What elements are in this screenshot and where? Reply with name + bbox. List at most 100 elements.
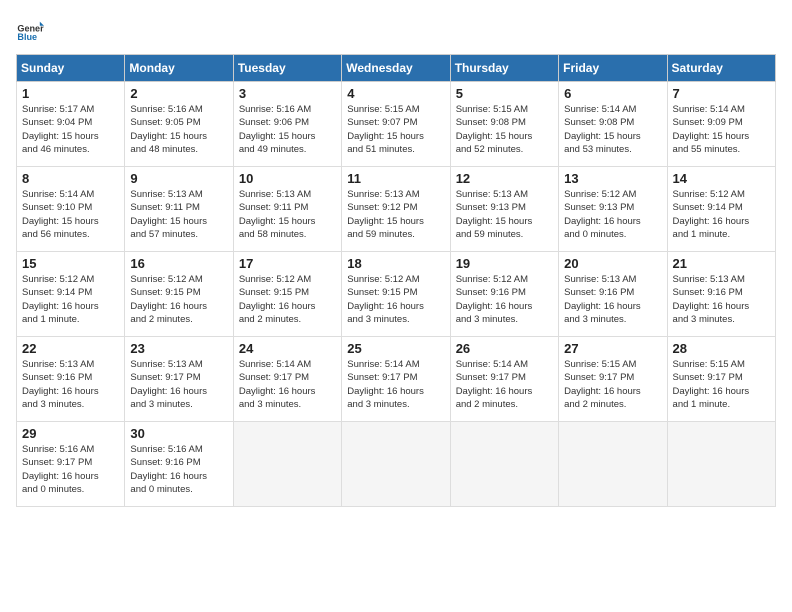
day-number: 8 [22, 171, 119, 186]
calendar-cell: 26 Sunrise: 5:14 AM Sunset: 9:17 PM Dayli… [450, 337, 558, 422]
day-info: Sunrise: 5:14 AM Sunset: 9:17 PM Dayligh… [347, 358, 444, 411]
calendar-cell [342, 422, 450, 507]
header-day-friday: Friday [559, 55, 667, 82]
day-number: 5 [456, 86, 553, 101]
day-info: Sunrise: 5:17 AM Sunset: 9:04 PM Dayligh… [22, 103, 119, 156]
day-info: Sunrise: 5:15 AM Sunset: 9:17 PM Dayligh… [673, 358, 770, 411]
day-info: Sunrise: 5:13 AM Sunset: 9:16 PM Dayligh… [564, 273, 661, 326]
day-number: 30 [130, 426, 227, 441]
day-info: Sunrise: 5:12 AM Sunset: 9:14 PM Dayligh… [22, 273, 119, 326]
day-info: Sunrise: 5:13 AM Sunset: 9:11 PM Dayligh… [130, 188, 227, 241]
day-info: Sunrise: 5:13 AM Sunset: 9:16 PM Dayligh… [22, 358, 119, 411]
day-info: Sunrise: 5:15 AM Sunset: 9:07 PM Dayligh… [347, 103, 444, 156]
day-number: 7 [673, 86, 770, 101]
day-info: Sunrise: 5:12 AM Sunset: 9:13 PM Dayligh… [564, 188, 661, 241]
day-number: 19 [456, 256, 553, 271]
day-number: 10 [239, 171, 336, 186]
day-number: 17 [239, 256, 336, 271]
header-day-wednesday: Wednesday [342, 55, 450, 82]
calendar-cell: 28 Sunrise: 5:15 AM Sunset: 9:17 PM Dayli… [667, 337, 775, 422]
day-info: Sunrise: 5:13 AM Sunset: 9:17 PM Dayligh… [130, 358, 227, 411]
calendar-week-5: 29 Sunrise: 5:16 AM Sunset: 9:17 PM Dayli… [17, 422, 776, 507]
day-number: 18 [347, 256, 444, 271]
day-number: 12 [456, 171, 553, 186]
calendar-cell: 6Sunrise: 5:14 AM Sunset: 9:08 PM Daylig… [559, 82, 667, 167]
day-number: 3 [239, 86, 336, 101]
header-day-monday: Monday [125, 55, 233, 82]
day-number: 29 [22, 426, 119, 441]
day-number: 27 [564, 341, 661, 356]
calendar-cell: 14 Sunrise: 5:12 AM Sunset: 9:14 PM Dayli… [667, 167, 775, 252]
logo: General Blue [16, 16, 44, 44]
day-info: Sunrise: 5:12 AM Sunset: 9:15 PM Dayligh… [130, 273, 227, 326]
day-info: Sunrise: 5:12 AM Sunset: 9:16 PM Dayligh… [456, 273, 553, 326]
day-number: 28 [673, 341, 770, 356]
calendar-cell: 11Sunrise: 5:13 AM Sunset: 9:12 PM Dayli… [342, 167, 450, 252]
header-day-saturday: Saturday [667, 55, 775, 82]
calendar-cell: 10 Sunrise: 5:13 AM Sunset: 9:11 PM Dayli… [233, 167, 341, 252]
header: General Blue [16, 16, 776, 44]
day-info: Sunrise: 5:13 AM Sunset: 9:16 PM Dayligh… [673, 273, 770, 326]
calendar-cell: 23Sunrise: 5:13 AM Sunset: 9:17 PM Dayli… [125, 337, 233, 422]
day-number: 9 [130, 171, 227, 186]
calendar-week-2: 8 Sunrise: 5:14 AM Sunset: 9:10 PM Daylig… [17, 167, 776, 252]
day-number: 21 [673, 256, 770, 271]
calendar-week-3: 15 Sunrise: 5:12 AM Sunset: 9:14 PM Dayli… [17, 252, 776, 337]
day-info: Sunrise: 5:15 AM Sunset: 9:17 PM Dayligh… [564, 358, 661, 411]
calendar-cell: 2 Sunrise: 5:16 AM Sunset: 9:05 PM Daylig… [125, 82, 233, 167]
day-number: 13 [564, 171, 661, 186]
day-info: Sunrise: 5:16 AM Sunset: 9:05 PM Dayligh… [130, 103, 227, 156]
day-number: 26 [456, 341, 553, 356]
day-number: 22 [22, 341, 119, 356]
calendar-cell: 18 Sunrise: 5:12 AM Sunset: 9:15 PM Dayli… [342, 252, 450, 337]
day-info: Sunrise: 5:14 AM Sunset: 9:17 PM Dayligh… [239, 358, 336, 411]
day-number: 15 [22, 256, 119, 271]
day-number: 11 [347, 171, 444, 186]
calendar-cell: 20 Sunrise: 5:13 AM Sunset: 9:16 PM Dayli… [559, 252, 667, 337]
calendar-cell: 16 Sunrise: 5:12 AM Sunset: 9:15 PM Dayli… [125, 252, 233, 337]
calendar-cell [559, 422, 667, 507]
day-info: Sunrise: 5:16 AM Sunset: 9:17 PM Dayligh… [22, 443, 119, 496]
day-number: 16 [130, 256, 227, 271]
logo-icon: General Blue [16, 16, 44, 44]
calendar-body: 1 Sunrise: 5:17 AM Sunset: 9:04 PM Daylig… [17, 82, 776, 507]
day-info: Sunrise: 5:13 AM Sunset: 9:11 PM Dayligh… [239, 188, 336, 241]
calendar-cell: 25 Sunrise: 5:14 AM Sunset: 9:17 PM Dayli… [342, 337, 450, 422]
day-number: 2 [130, 86, 227, 101]
day-number: 1 [22, 86, 119, 101]
day-number: 4 [347, 86, 444, 101]
calendar-cell: 3 Sunrise: 5:16 AM Sunset: 9:06 PM Daylig… [233, 82, 341, 167]
calendar-cell: 8 Sunrise: 5:14 AM Sunset: 9:10 PM Daylig… [17, 167, 125, 252]
day-info: Sunrise: 5:13 AM Sunset: 9:13 PM Dayligh… [456, 188, 553, 241]
calendar-cell: 1 Sunrise: 5:17 AM Sunset: 9:04 PM Daylig… [17, 82, 125, 167]
calendar-cell: 17 Sunrise: 5:12 AM Sunset: 9:15 PM Dayli… [233, 252, 341, 337]
day-info: Sunrise: 5:14 AM Sunset: 9:08 PM Dayligh… [564, 103, 661, 156]
calendar-cell: 19 Sunrise: 5:12 AM Sunset: 9:16 PM Dayli… [450, 252, 558, 337]
svg-text:Blue: Blue [17, 32, 37, 42]
day-number: 24 [239, 341, 336, 356]
calendar-cell: 29 Sunrise: 5:16 AM Sunset: 9:17 PM Dayli… [17, 422, 125, 507]
calendar-cell [450, 422, 558, 507]
day-info: Sunrise: 5:14 AM Sunset: 9:09 PM Dayligh… [673, 103, 770, 156]
day-number: 14 [673, 171, 770, 186]
calendar-cell: 13 Sunrise: 5:12 AM Sunset: 9:13 PM Dayli… [559, 167, 667, 252]
day-info: Sunrise: 5:14 AM Sunset: 9:10 PM Dayligh… [22, 188, 119, 241]
day-info: Sunrise: 5:14 AM Sunset: 9:17 PM Dayligh… [456, 358, 553, 411]
day-info: Sunrise: 5:16 AM Sunset: 9:06 PM Dayligh… [239, 103, 336, 156]
calendar-cell: 4 Sunrise: 5:15 AM Sunset: 9:07 PM Daylig… [342, 82, 450, 167]
day-info: Sunrise: 5:12 AM Sunset: 9:15 PM Dayligh… [239, 273, 336, 326]
day-info: Sunrise: 5:16 AM Sunset: 9:16 PM Dayligh… [130, 443, 227, 496]
header-day-thursday: Thursday [450, 55, 558, 82]
calendar-week-1: 1 Sunrise: 5:17 AM Sunset: 9:04 PM Daylig… [17, 82, 776, 167]
day-number: 25 [347, 341, 444, 356]
calendar-cell: 30 Sunrise: 5:16 AM Sunset: 9:16 PM Dayli… [125, 422, 233, 507]
calendar-cell: 27 Sunrise: 5:15 AM Sunset: 9:17 PM Dayli… [559, 337, 667, 422]
day-number: 20 [564, 256, 661, 271]
calendar-cell: 24 Sunrise: 5:14 AM Sunset: 9:17 PM Dayli… [233, 337, 341, 422]
calendar-cell [233, 422, 341, 507]
calendar-cell: 5Sunrise: 5:15 AM Sunset: 9:08 PM Daylig… [450, 82, 558, 167]
calendar-cell: 9 Sunrise: 5:13 AM Sunset: 9:11 PM Daylig… [125, 167, 233, 252]
day-info: Sunrise: 5:12 AM Sunset: 9:15 PM Dayligh… [347, 273, 444, 326]
calendar-header: SundayMondayTuesdayWednesdayThursdayFrid… [17, 55, 776, 82]
day-info: Sunrise: 5:12 AM Sunset: 9:14 PM Dayligh… [673, 188, 770, 241]
